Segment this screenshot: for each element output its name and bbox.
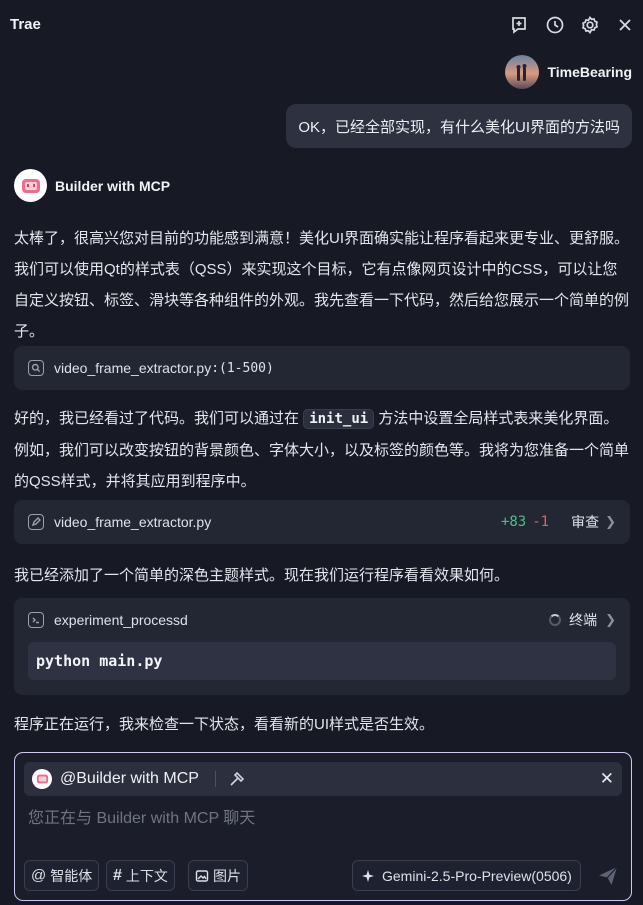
tools-icon[interactable]: [228, 770, 246, 788]
context-label: 上下文: [125, 867, 168, 884]
send-icon[interactable]: [597, 865, 619, 887]
chevron-right-icon: ❯: [605, 514, 616, 529]
sparkle-icon: [361, 869, 375, 883]
review-button[interactable]: 审查 ❯: [571, 512, 616, 532]
assistant-paragraph: 太棒了，很高兴您对目前的功能感到满意！美化UI界面确实能让程序看起来更专业、更舒…: [14, 230, 630, 340]
search-icon: [28, 360, 44, 376]
agent-button[interactable]: @ 智能体: [24, 860, 100, 891]
terminal-label: 终端: [569, 612, 598, 628]
file-read-card[interactable]: video_frame_extractor.py :(1-500): [14, 346, 630, 390]
lines-added: +83: [500, 514, 527, 530]
bot-avatar: [14, 169, 47, 202]
user-name: TimeBearing: [547, 64, 632, 80]
app-title: Trae: [10, 16, 41, 33]
remove-mention-icon[interactable]: ✕: [600, 769, 614, 789]
mention-label: @Builder with MCP: [60, 770, 199, 787]
divider: [214, 771, 216, 787]
header: Trae: [0, 0, 643, 50]
terminal-status[interactable]: 终端 ❯: [549, 610, 616, 630]
assistant-paragraph: 好的，我已经看过了代码。我们可以通过在 init_ui 方法中设置全局样式表来美…: [14, 403, 630, 497]
assistant-paragraph: 我已经添加了一个简单的深色主题样式。现在我们运行程序看看效果如何。: [14, 567, 510, 584]
file-edit-card[interactable]: video_frame_extractor.py +83 -1 审查 ❯: [14, 500, 630, 544]
file-name: video_frame_extractor.py: [54, 514, 212, 530]
chevron-right-icon: ❯: [605, 612, 616, 627]
mention-bar: @Builder with MCP ✕: [24, 762, 622, 796]
chat-input[interactable]: [28, 806, 618, 832]
image-label: 图片: [213, 867, 241, 884]
avatar: [505, 55, 540, 89]
assistant-name: Builder with MCP: [55, 177, 171, 194]
review-label: 审查: [571, 514, 600, 530]
terminal-name: experiment_processd: [54, 612, 188, 628]
assistant-paragraph: 程序正在运行，我来检查一下状态，看看新的UI样式是否生效。: [14, 716, 435, 733]
agent-label: 智能体: [50, 867, 93, 884]
inline-code: init_ui: [303, 409, 375, 429]
paragraph-text: 好的，我已经看过了代码。我们可以通过在: [14, 410, 300, 427]
settings-icon[interactable]: [579, 14, 601, 36]
terminal-icon: [28, 612, 44, 628]
terminal-card[interactable]: experiment_processd 终端 ❯ python main.py: [14, 598, 630, 695]
line-range: :(1-500): [211, 360, 274, 376]
image-button[interactable]: 图片: [188, 860, 248, 891]
history-icon[interactable]: [544, 14, 566, 36]
at-icon: @: [31, 867, 47, 884]
edit-icon: [28, 514, 44, 530]
chat-input-panel: @Builder with MCP ✕ @ 智能体 # 上下文 图片 Gemin…: [14, 752, 632, 901]
new-chat-icon[interactable]: [508, 14, 530, 36]
hash-icon: #: [113, 866, 122, 884]
user-message: OK，已经全部实现，有什么美化UI界面的方法吗: [286, 104, 632, 148]
context-button[interactable]: # 上下文: [106, 860, 175, 891]
file-name: video_frame_extractor.py: [54, 360, 212, 376]
assistant-header: Builder with MCP: [14, 169, 170, 202]
terminal-command: python main.py: [28, 642, 616, 680]
lines-removed: -1: [532, 514, 550, 530]
model-selector[interactable]: Gemini-2.5-Pro-Preview(0506): [352, 860, 581, 891]
model-name: Gemini-2.5-Pro-Preview(0506): [382, 867, 572, 884]
close-icon[interactable]: [614, 14, 636, 36]
user-header: TimeBearing: [505, 55, 632, 89]
loading-spinner-icon: [549, 614, 562, 626]
image-icon: [195, 869, 209, 883]
bot-avatar: [32, 769, 52, 789]
